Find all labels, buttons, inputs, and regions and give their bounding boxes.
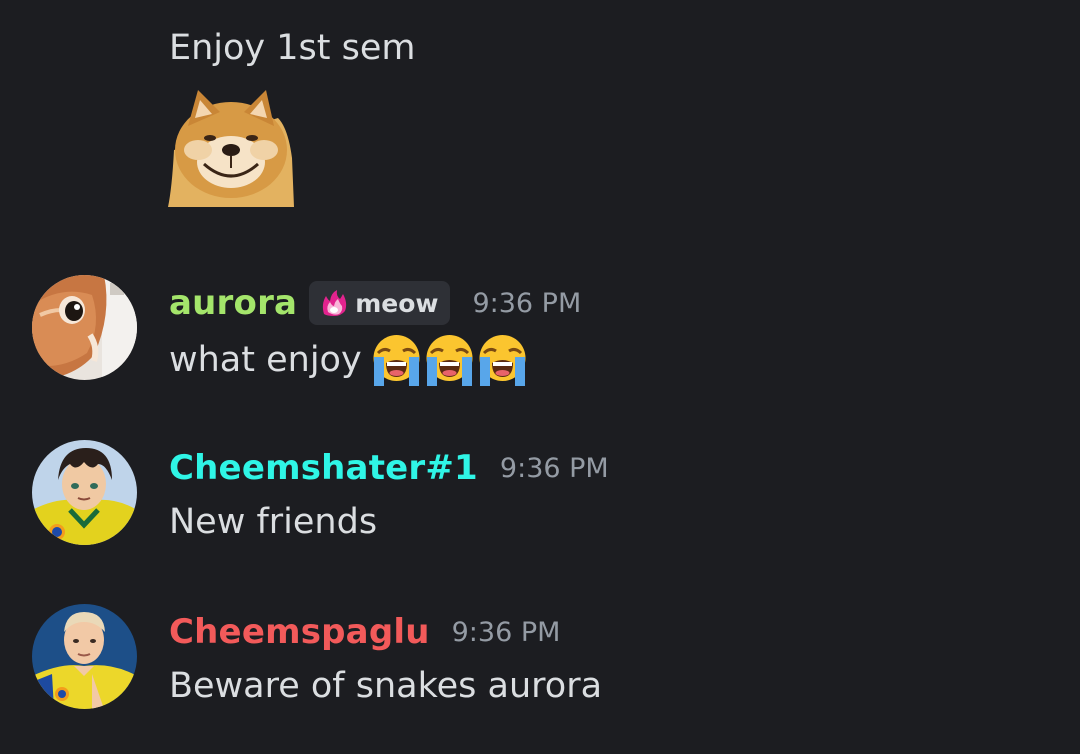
orange-cat-avatar[interactable] — [32, 275, 137, 380]
server-tag-label: meow — [355, 288, 439, 318]
message-content: New friends — [169, 498, 377, 546]
message-content: what enjoy — [169, 333, 529, 386]
cricketer-avatar[interactable] — [32, 604, 137, 709]
message-text: Enjoy 1st sem — [169, 28, 416, 68]
message-header: Cheemshater#1 9:36 PM — [169, 443, 609, 493]
cheems-doge-sticker[interactable] — [168, 88, 294, 207]
message-header: aurora meow 9:36 PM — [169, 278, 581, 328]
username[interactable]: Cheemshater#1 — [169, 448, 478, 488]
message-text: what enjoy — [169, 339, 362, 380]
timestamp[interactable]: 9:36 PM — [452, 617, 561, 648]
chat-message-list: Enjoy 1st sem aurora meow 9:36 PM what e… — [0, 0, 1080, 754]
timestamp[interactable]: 9:36 PM — [500, 453, 609, 484]
timestamp[interactable]: 9:36 PM — [472, 288, 581, 319]
message-item: Cheemspaglu 9:36 PM Beware of snakes aur… — [0, 604, 1080, 714]
username[interactable]: aurora — [169, 283, 297, 323]
message-header: Cheemspaglu 9:36 PM — [169, 607, 560, 657]
message-text: Beware of snakes aurora — [169, 666, 603, 706]
message-content: Beware of snakes aurora — [169, 662, 602, 710]
emoji-group — [370, 333, 529, 386]
loudly-crying-face-icon[interactable] — [423, 333, 476, 386]
message-item: Cheemshater#1 9:36 PM New friends — [0, 440, 1080, 550]
pink-flame-icon — [319, 288, 349, 318]
server-tag[interactable]: meow — [309, 281, 451, 325]
username[interactable]: Cheemspaglu — [169, 612, 430, 652]
anime-character-avatar[interactable] — [32, 440, 137, 545]
message-text: New friends — [169, 502, 378, 542]
loudly-crying-face-icon[interactable] — [370, 333, 423, 386]
message-item: aurora meow 9:36 PM what enjoy — [0, 275, 1080, 386]
loudly-crying-face-icon[interactable] — [476, 333, 529, 386]
